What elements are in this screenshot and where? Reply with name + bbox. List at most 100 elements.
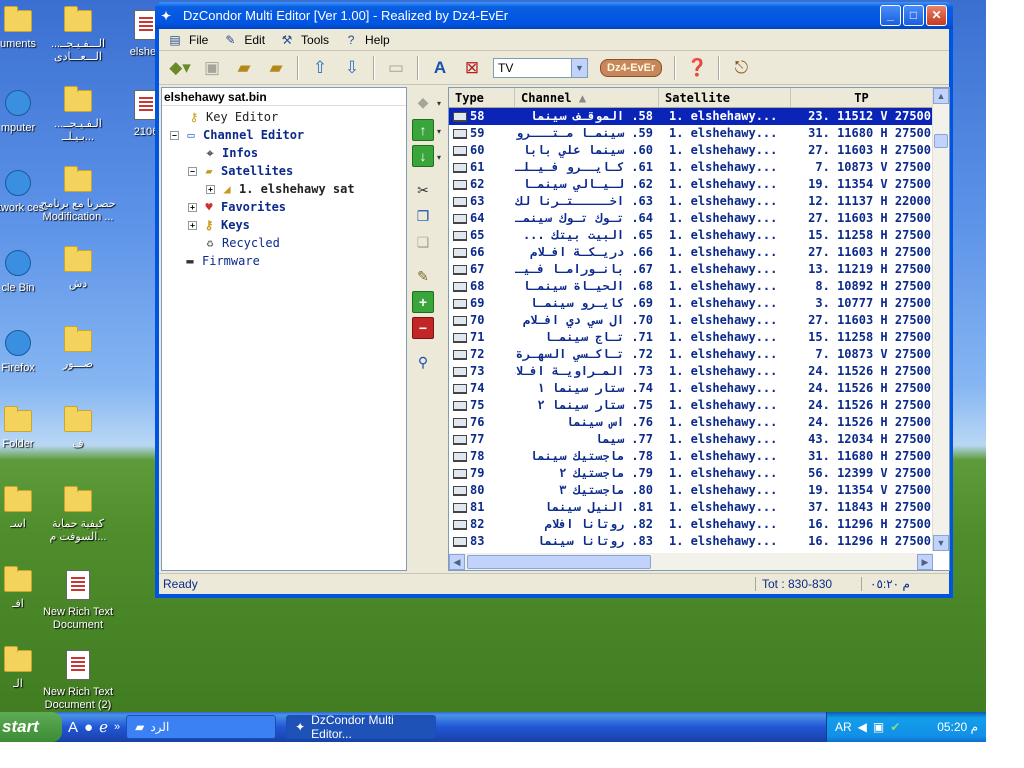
table-row[interactable]: 81 81. النيل سينما 1. elshehawy... 37. 1184… bbox=[449, 499, 933, 516]
table-row[interactable]: 65 65. البيت بيتك ... 1. elshehawy... 15. 1… bbox=[449, 227, 933, 244]
tree-satellites[interactable]: − ▰ Satellites bbox=[188, 162, 293, 180]
column-satellite[interactable]: Satellite bbox=[659, 88, 791, 107]
font-quicklaunch-icon[interactable]: A bbox=[68, 719, 78, 736]
flag-icon[interactable]: ⊠ bbox=[457, 54, 487, 82]
minimize-button[interactable]: _ bbox=[880, 5, 901, 26]
menu-help[interactable]: ? Help bbox=[339, 30, 400, 50]
column-channel[interactable]: Channel ▲ bbox=[515, 88, 659, 107]
tree-key-editor[interactable]: ⚷ Key Editor bbox=[186, 108, 279, 126]
table-row[interactable]: 60 60. سينما علي بابا 1. elshehawy... 27. 1… bbox=[449, 142, 933, 159]
move-up-icon[interactable]: ↑ bbox=[412, 119, 434, 141]
table-row[interactable]: 63 63. اخـــــتـرنا لك 1. elshehawy... 12. … bbox=[449, 193, 933, 210]
media-quicklaunch-icon[interactable]: ● bbox=[84, 719, 93, 736]
save-icon[interactable]: ▣ bbox=[197, 54, 227, 82]
tree-firmware[interactable]: ▬ Firmware bbox=[182, 252, 259, 270]
desktop-icon[interactable]: New Rich Text Document bbox=[38, 570, 118, 632]
maximize-button[interactable]: □ bbox=[903, 5, 924, 26]
menu-file[interactable]: ▤ File bbox=[163, 30, 218, 50]
table-row[interactable]: 78 78. ماجستيك سينما 1. elshehawy... 31. 11… bbox=[449, 448, 933, 465]
desktop-icon[interactable]: كيفية حماية السوفت م... bbox=[38, 486, 118, 544]
exit-icon[interactable]: ⎋ bbox=[726, 54, 756, 82]
move-down-icon[interactable]: ↓ bbox=[412, 145, 434, 167]
tree-favorites[interactable]: + ♥ Favorites bbox=[188, 198, 286, 216]
table-row[interactable]: 79 79. ماجستيك ٢ 1. elshehawy... 56. 12399 … bbox=[449, 465, 933, 482]
taskbar-folder-button[interactable]: ▰ الرد bbox=[126, 715, 277, 739]
table-row[interactable]: 58 58. الموقـف سينما 1. elshehawy... 23. 11… bbox=[449, 108, 933, 125]
find-binoculars-icon[interactable]: ⚲ bbox=[412, 351, 434, 373]
table-row[interactable]: 62 62. لـيـالي سينمـا 1. elshehawy... 19. 1… bbox=[449, 176, 933, 193]
table-row[interactable]: 71 71. تـاج سينمـا 1. elshehawy... 15. 1125… bbox=[449, 329, 933, 346]
table-row[interactable]: 70 70. ال سي دي افـلام 1. elshehawy... 27. … bbox=[449, 312, 933, 329]
rename-pencil-icon[interactable]: ✎ bbox=[412, 265, 434, 287]
table-row[interactable]: 75 75. ستار سينما ٢ 1. elshehawy... 24. 115… bbox=[449, 397, 933, 414]
taskbar-app-button[interactable]: ✦ DzCondor Multi Editor... bbox=[286, 713, 437, 741]
tree-channel-editor[interactable]: − ▭ Channel Editor bbox=[170, 126, 304, 144]
menu-edit[interactable]: ✎ Edit bbox=[218, 30, 275, 50]
column-type[interactable]: Type bbox=[449, 88, 515, 107]
tree-recycled[interactable]: ♻ Recycled bbox=[202, 234, 279, 252]
scroll-up-icon[interactable]: ▲ bbox=[933, 88, 949, 104]
desktop-icon[interactable]: حصريا مع برنامج Modification ... bbox=[38, 166, 118, 224]
desktop-icon[interactable]: صـــور bbox=[38, 326, 118, 371]
clock[interactable]: 05:20 م bbox=[937, 720, 986, 734]
browser-quicklaunch-icon[interactable]: ℯ bbox=[99, 718, 108, 736]
monitor-icon[interactable]: ▭ bbox=[381, 54, 411, 82]
font-icon[interactable]: A bbox=[425, 54, 455, 82]
tree-keys[interactable]: + ⚷ Keys bbox=[188, 216, 250, 234]
table-row[interactable]: 66 66. دريـكـة افـلام 1. elshehawy... 27. 1… bbox=[449, 244, 933, 261]
menu-tools[interactable]: ⚒ Tools bbox=[275, 30, 339, 50]
scroll-down-icon[interactable]: ▼ bbox=[933, 535, 949, 551]
chevron-right-icon[interactable]: » bbox=[114, 721, 120, 733]
language-indicator[interactable]: AR bbox=[835, 720, 852, 734]
title-bar[interactable]: ✦ DzCondor Multi Editor [Ver 1.00] - Rea… bbox=[155, 2, 953, 29]
security-icon[interactable]: ✔ bbox=[890, 720, 900, 734]
table-row[interactable]: 68 68. الحيـاة سينمـا 1. elshehawy... 8. 10… bbox=[449, 278, 933, 295]
cut-icon[interactable]: ✂ bbox=[412, 179, 434, 201]
table-row[interactable]: 64 64. تـوك تـوك سينمـا 1. elshehawy... 27.… bbox=[449, 210, 933, 227]
paste-icon[interactable]: ❏ bbox=[412, 231, 434, 253]
table-row[interactable]: 72 72. تـاكـسي السهـرة 1. elshehawy... 7. 1… bbox=[449, 346, 933, 363]
about-icon[interactable]: ❓ bbox=[682, 54, 712, 82]
add-icon[interactable]: + bbox=[412, 291, 434, 313]
table-row[interactable]: 61 61. كـايــرو فـيـلــم 1. elshehawy... 7.… bbox=[449, 159, 933, 176]
desktop-icon[interactable]: دش bbox=[38, 246, 118, 291]
horizontal-scrollbar[interactable]: ◀ ▶ bbox=[449, 553, 933, 570]
scroll-left-icon[interactable]: ◀ bbox=[449, 553, 465, 570]
start-button[interactable]: start bbox=[0, 712, 62, 742]
desktop-icon[interactable]: New Rich Text Document (2) bbox=[38, 650, 118, 712]
table-row[interactable]: 83 83. روتانا سينما 1. elshehawy... 16. 112… bbox=[449, 533, 933, 550]
receiver-icon[interactable]: ◆ bbox=[412, 91, 434, 113]
table-row[interactable]: 80 80. ماجستيك ٣ 1. elshehawy... 19. 11354 … bbox=[449, 482, 933, 499]
table-row[interactable]: 69 69. كايـرو سينمـا 1. elshehawy... 3. 107… bbox=[449, 295, 933, 312]
desktop-icon[interactable]: ف bbox=[38, 406, 118, 451]
tree-infos[interactable]: ⌖ Infos bbox=[202, 144, 259, 162]
upload-icon[interactable]: ⇧ bbox=[305, 54, 335, 82]
scroll-thumb-horizontal[interactable] bbox=[467, 554, 651, 569]
table-row[interactable]: 82 82. روتانا افلام 1. elshehawy... 16. 112… bbox=[449, 516, 933, 533]
tv-radio-select[interactable]: TV ▼ bbox=[493, 57, 588, 78]
table-row[interactable]: 59 59. سينمـا مـتـــرو 1. elshehawy... 31. … bbox=[449, 125, 933, 142]
scroll-right-icon[interactable]: ▶ bbox=[917, 553, 933, 570]
open-folder-icon[interactable]: ▰ bbox=[229, 54, 259, 82]
column-tp[interactable]: TP bbox=[791, 88, 933, 107]
cell-satellite: 1. elshehawy... bbox=[669, 398, 778, 412]
table-row[interactable]: 67 67. بانـورامـا فـيـلـم 1. elshehawy... 1… bbox=[449, 261, 933, 278]
save-folder-icon[interactable]: ▰ bbox=[261, 54, 291, 82]
chevron-down-icon[interactable]: ▼ bbox=[571, 58, 587, 77]
brand-logo[interactable]: Dz4-EvEr bbox=[600, 58, 663, 77]
network-icon[interactable]: ▣ bbox=[873, 720, 884, 734]
app-window: ✦ DzCondor Multi Editor [Ver 1.00] - Rea… bbox=[155, 2, 953, 598]
vertical-scrollbar[interactable]: ▲ ▼ bbox=[932, 88, 949, 551]
close-button[interactable]: ✕ bbox=[926, 5, 947, 26]
table-row[interactable]: 73 73. المـراويـة افـلام 1. elshehawy... 24… bbox=[449, 363, 933, 380]
download-icon[interactable]: ⇩ bbox=[337, 54, 367, 82]
tray-chevron-icon[interactable]: ◀ bbox=[858, 720, 867, 734]
table-row[interactable]: 76 76. اس سينما 1. elshehawy... 24. 11526 H… bbox=[449, 414, 933, 431]
table-row[interactable]: 77 77. سيما 1. elshehawy... 43. 12034 H 275… bbox=[449, 431, 933, 448]
delete-icon[interactable]: − bbox=[412, 317, 434, 339]
copy-icon[interactable]: ❐ bbox=[412, 205, 434, 227]
tree-satellite-item[interactable]: + ◢ 1. elshehawy sat bbox=[206, 180, 355, 198]
table-row[interactable]: 74 74. ستار سينما ١ 1. elshehawy... 24. 115… bbox=[449, 380, 933, 397]
scroll-thumb[interactable] bbox=[934, 134, 948, 148]
open-receiver-icon[interactable]: ◆▾ bbox=[165, 54, 195, 82]
